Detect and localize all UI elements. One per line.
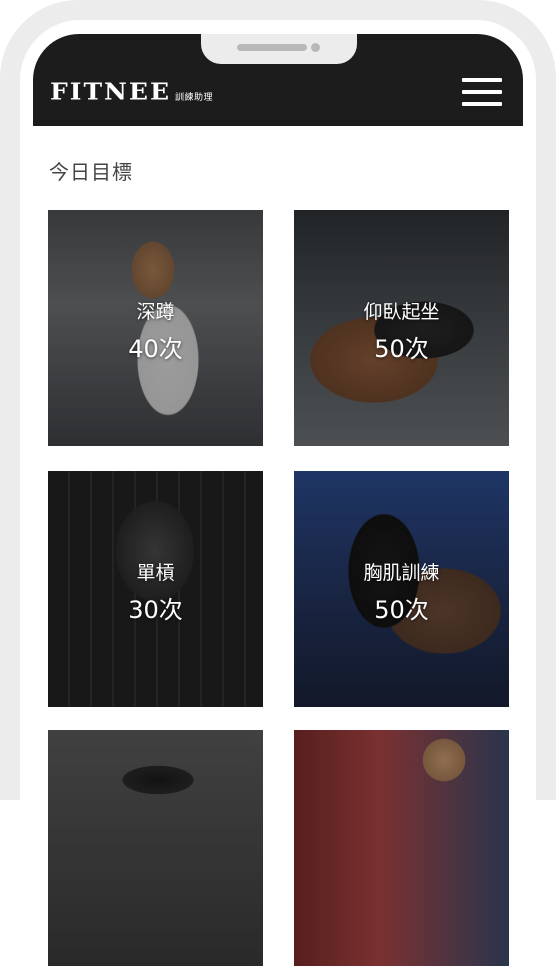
hamburger-menu-icon-line (462, 102, 502, 106)
workout-name: 仰臥起坐 (363, 301, 440, 323)
image-overlay (48, 471, 263, 707)
brand-logo[interactable]: FITNEE 訓練助理 (50, 80, 213, 104)
image-overlay (294, 730, 509, 966)
workout-card-boxing[interactable] (294, 730, 509, 966)
front-camera (311, 43, 320, 52)
workout-name: 深蹲 (136, 301, 175, 323)
hamburger-menu-icon-line (462, 78, 502, 82)
workout-card-rope[interactable] (48, 730, 263, 966)
hamburger-menu-button[interactable] (462, 78, 502, 106)
workout-count: 40次 (128, 335, 183, 363)
workout-count: 50次 (374, 335, 429, 363)
workout-card-pullup[interactable]: 單槓 30次 (48, 471, 263, 707)
workout-card-squat[interactable]: 深蹲 40次 (48, 210, 263, 446)
image-overlay (294, 210, 509, 446)
image-overlay (48, 730, 263, 966)
speaker-grille (237, 44, 307, 51)
workout-name: 單槓 (136, 562, 175, 584)
page-title: 今日目標 (49, 160, 133, 184)
brand-name: FITNEE (50, 77, 172, 106)
brand-tagline: 訓練助理 (175, 93, 214, 103)
hamburger-menu-icon-line (462, 90, 502, 94)
image-overlay (294, 471, 509, 707)
workout-card-situp[interactable]: 仰臥起坐 50次 (294, 210, 509, 446)
image-overlay (48, 210, 263, 446)
workout-card-chest[interactable]: 胸肌訓練 50次 (294, 471, 509, 707)
workout-count: 50次 (374, 596, 429, 624)
workout-count: 30次 (128, 596, 183, 624)
phone-notch (201, 34, 357, 64)
workout-name: 胸肌訓練 (363, 562, 440, 584)
